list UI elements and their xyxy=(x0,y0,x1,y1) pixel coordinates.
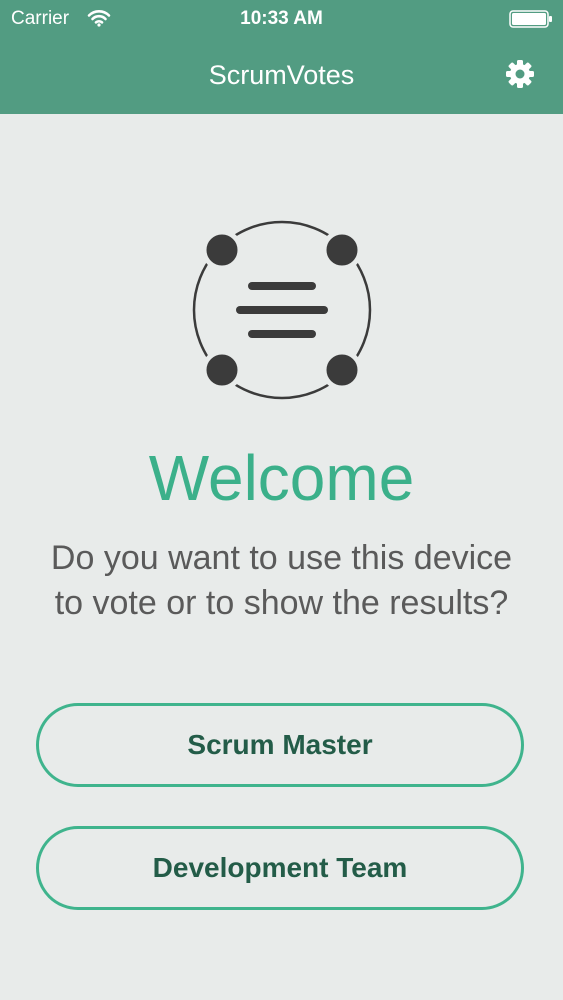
top-bar: Carrier 10:33 AM ScrumVotes xyxy=(0,0,563,114)
scrumvotes-logo-icon xyxy=(192,220,372,400)
scrum-master-button[interactable]: Scrum Master xyxy=(36,703,524,787)
status-time: 10:33 AM xyxy=(240,8,323,29)
gear-icon xyxy=(506,60,534,88)
development-team-label: Development Team xyxy=(152,852,408,883)
role-question-text: Do you want to use this device to vote o… xyxy=(50,539,513,622)
settings-button[interactable] xyxy=(500,54,540,94)
welcome-heading: Welcome xyxy=(148,442,415,514)
app-title: ScrumVotes xyxy=(208,60,355,90)
development-team-button[interactable]: Development Team xyxy=(36,826,524,910)
status-bar: Carrier 10:33 AM xyxy=(0,0,563,38)
battery-icon xyxy=(509,10,552,28)
scrum-master-label: Scrum Master xyxy=(187,729,373,760)
